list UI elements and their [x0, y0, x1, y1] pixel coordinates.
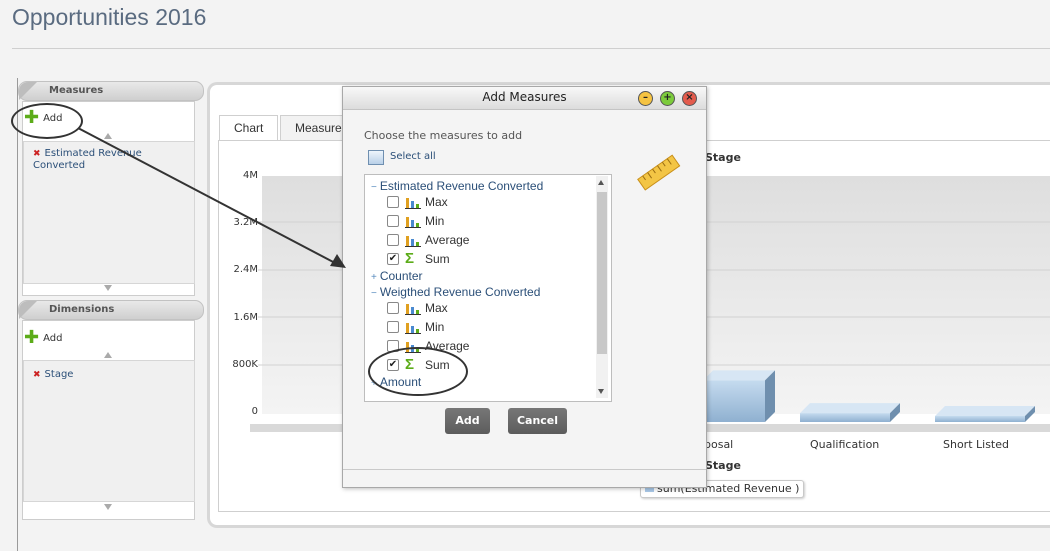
- title-divider: [12, 48, 1050, 49]
- measure-option[interactable]: Average: [387, 233, 469, 247]
- select-all-link[interactable]: Select all: [390, 151, 436, 162]
- measure-option[interactable]: Max: [387, 301, 448, 315]
- y-tick-label: 3.2M: [233, 217, 258, 228]
- remove-icon[interactable]: ✖: [33, 370, 41, 380]
- checkbox[interactable]: [387, 321, 399, 333]
- group-label: Estimated Revenue Converted: [379, 179, 544, 193]
- y-tick-label: 800K: [232, 359, 258, 370]
- measure-option[interactable]: Min: [387, 320, 444, 334]
- y-tick-label: 4M: [243, 170, 258, 181]
- measure-label: Sum: [425, 252, 450, 266]
- minimize-icon[interactable]: –: [638, 91, 653, 106]
- panel-tab-shape: [19, 82, 37, 100]
- chart-title: Stage: [705, 151, 741, 164]
- dimensions-panel-header[interactable]: Dimensions: [18, 300, 204, 320]
- sigma-icon: Σ: [405, 250, 415, 267]
- dimension-item[interactable]: ✖ Stage: [33, 369, 73, 381]
- tab-chart[interactable]: Chart: [219, 115, 279, 140]
- add-dimension-button[interactable]: ✚ Add: [24, 327, 63, 348]
- y-tick-label: 1.6M: [233, 312, 258, 323]
- scroll-up-icon[interactable]: [598, 180, 604, 185]
- measure-option[interactable]: ✔ Σ Sum: [387, 250, 450, 267]
- y-tick-label: 2.4M: [233, 264, 258, 275]
- scroll-up-icon[interactable]: [104, 352, 112, 358]
- remove-icon[interactable]: ✖: [33, 149, 41, 159]
- x-axis-title: Stage: [705, 459, 741, 472]
- panel-tab-shape: [19, 301, 37, 319]
- page-title: Opportunities 2016: [12, 4, 207, 30]
- x-tick-label: Qualification: [810, 438, 880, 451]
- scroll-down-icon[interactable]: [598, 389, 604, 394]
- plus-icon: ✚: [24, 327, 40, 348]
- measures-header-label: Measures: [49, 85, 104, 96]
- dimensions-list: [23, 360, 195, 502]
- checkbox-checked[interactable]: ✔: [387, 253, 399, 265]
- bar-chart-icon: [405, 323, 421, 334]
- ruler-icon: [637, 154, 681, 191]
- scroll-down-icon[interactable]: [104, 285, 112, 291]
- add-dimension-label: Add: [43, 332, 63, 344]
- tree-group[interactable]: − Estimated Revenue Converted: [371, 179, 543, 193]
- measure-label: Average: [425, 233, 470, 247]
- checkbox[interactable]: [387, 302, 399, 314]
- tree-group[interactable]: + Counter: [371, 269, 423, 283]
- bar-chart-icon: [405, 236, 421, 247]
- measure-item[interactable]: ✖ Estimated Revenue Converted: [33, 148, 148, 172]
- measures-panel-header[interactable]: Measures: [18, 81, 204, 101]
- measure-label: Min: [425, 320, 445, 334]
- y-tick-label: 0: [251, 406, 258, 417]
- scroll-up-icon[interactable]: [104, 133, 112, 139]
- add-button[interactable]: Add: [445, 408, 490, 434]
- measure-option[interactable]: Min: [387, 214, 444, 228]
- scroll-down-icon[interactable]: [104, 504, 112, 510]
- measure-item-label: Estimated Revenue Converted: [33, 148, 142, 171]
- tree-scrollbar-thumb[interactable]: [597, 192, 607, 354]
- annotation-ellipse-sum: [368, 347, 468, 396]
- close-icon[interactable]: ×: [682, 91, 697, 106]
- bar-chart-icon: [405, 304, 421, 315]
- dialog-instruction: Choose the measures to add: [364, 129, 523, 142]
- checkbox[interactable]: [387, 196, 399, 208]
- group-label: Counter: [379, 269, 423, 283]
- x-tick-label: posal: [704, 438, 734, 451]
- measure-option[interactable]: Max: [387, 195, 448, 209]
- checkbox[interactable]: [387, 215, 399, 227]
- tree-group[interactable]: − Weigthed Revenue Converted: [371, 285, 540, 299]
- measure-label: Max: [425, 301, 448, 315]
- measure-label: Max: [425, 195, 448, 209]
- bar-chart-icon: [405, 217, 421, 228]
- group-label: Weigthed Revenue Converted: [379, 285, 541, 299]
- expand-icon[interactable]: +: [371, 272, 377, 283]
- measure-label: Min: [425, 214, 445, 228]
- bar-chart-icon: [405, 198, 421, 209]
- annotation-ellipse-add: [11, 103, 83, 139]
- x-tick-label: Short Listed: [943, 438, 1009, 451]
- dialog-titlebar[interactable]: Add Measures – + ×: [343, 87, 706, 110]
- dialog-footer-divider: [343, 469, 706, 470]
- select-all-icon[interactable]: [368, 150, 384, 165]
- collapse-icon[interactable]: −: [371, 288, 377, 299]
- dimensions-header-label: Dimensions: [49, 304, 115, 315]
- collapse-icon[interactable]: −: [371, 182, 377, 193]
- dimension-item-label: Stage: [44, 369, 74, 380]
- cancel-button[interactable]: Cancel: [508, 408, 567, 434]
- checkbox[interactable]: [387, 234, 399, 246]
- maximize-icon[interactable]: +: [660, 91, 675, 106]
